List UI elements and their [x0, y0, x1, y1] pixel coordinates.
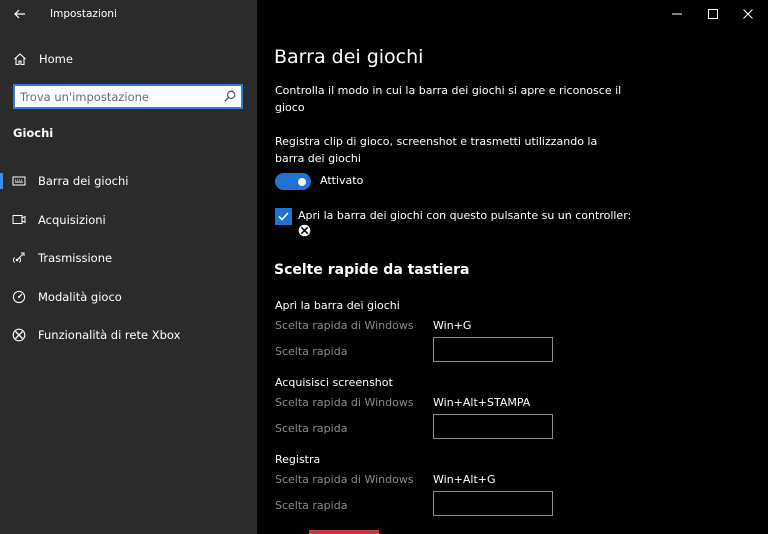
- windows-shortcut-value: Win+Alt+G: [433, 473, 496, 486]
- title-bar: Impostazioni: [0, 0, 257, 28]
- home-nav-item[interactable]: Home: [0, 46, 257, 72]
- windows-shortcut-label: Scelta rapida di Windows: [275, 396, 414, 409]
- game-mode-icon: [12, 290, 26, 303]
- selection-indicator: [0, 173, 3, 189]
- minimize-icon: [672, 13, 682, 15]
- page-title: Barra dei giochi: [274, 46, 424, 68]
- maximize-button[interactable]: [699, 4, 727, 24]
- broadcast-icon: [12, 252, 25, 263]
- custom-shortcut-input[interactable]: [434, 415, 552, 438]
- page-description: Controlla il modo in cui la barra dei gi…: [275, 84, 622, 114]
- nav-item-game-bar[interactable]: Barra dei giochi: [0, 167, 257, 206]
- controller-button-checkbox[interactable]: [275, 208, 292, 225]
- windows-shortcut-value: Win+Alt+STAMPA: [433, 396, 531, 409]
- shortcut-title: Apri la barra dei giochi: [275, 299, 400, 312]
- nav-label: Trasmissione: [38, 251, 113, 265]
- custom-shortcut-label: Scelta rapida: [275, 422, 348, 435]
- record-setting-label: Registra clip di gioco, screenshot e tra…: [275, 135, 598, 165]
- capture-icon: [12, 214, 26, 224]
- home-label: Home: [39, 52, 73, 66]
- custom-shortcut-input[interactable]: [434, 338, 552, 361]
- shortcuts-section-title: Scelte rapide da tastiera: [274, 262, 470, 278]
- category-nav: Barra dei giochi Acquisizioni Trasmissio…: [0, 167, 257, 360]
- game-bar-icon: [12, 176, 26, 186]
- xbox-button-icon: [298, 224, 311, 237]
- nav-item-broadcast[interactable]: Trasmissione: [0, 244, 257, 283]
- checkmark-icon: [278, 212, 289, 221]
- toggle-knob: [298, 177, 306, 186]
- shortcut-title: Registra: [275, 453, 321, 466]
- sidebar: Impostazioni Home Giochi Barra dei gioch…: [0, 0, 257, 534]
- custom-shortcut-input[interactable]: [434, 492, 552, 515]
- custom-shortcut-label: Scelta rapida: [275, 499, 348, 512]
- nav-label: Acquisizioni: [38, 212, 106, 227]
- close-icon: [743, 9, 753, 19]
- search-icon[interactable]: [224, 90, 236, 102]
- toggle-state-label: Attivato: [320, 174, 364, 187]
- windows-shortcut-value: Win+G: [433, 319, 472, 332]
- nav-item-xbox-networking[interactable]: Funzionalità di rete Xbox: [0, 321, 257, 360]
- nav-label: Funzionalità di rete Xbox: [38, 328, 181, 342]
- nav-item-captures[interactable]: Acquisizioni: [0, 206, 257, 245]
- checkbox-label: Apri la barra dei giochi con questo puls…: [298, 209, 632, 222]
- nav-label: Modalità gioco: [38, 289, 122, 304]
- search-input[interactable]: [20, 88, 215, 105]
- windows-shortcut-label: Scelta rapida di Windows: [275, 473, 414, 486]
- back-arrow-icon: [14, 9, 25, 19]
- xbox-icon: [12, 328, 26, 342]
- windows-shortcut-label: Scelta rapida di Windows: [275, 319, 414, 332]
- shortcut-title: Acquisisci screenshot: [275, 376, 393, 389]
- nav-label: Barra dei giochi: [38, 174, 129, 188]
- main-content: Barra dei giochi Controlla il modo in cu…: [257, 0, 768, 534]
- partially-visible-next-item: [309, 530, 379, 534]
- custom-shortcut-field[interactable]: [433, 414, 553, 439]
- nav-item-game-mode[interactable]: Modalità gioco: [0, 283, 257, 322]
- record-toggle-switch[interactable]: [275, 173, 311, 190]
- close-button[interactable]: [734, 4, 762, 24]
- custom-shortcut-label: Scelta rapida: [275, 345, 348, 358]
- home-icon: [14, 53, 26, 66]
- app-title: Impostazioni: [50, 8, 117, 20]
- custom-shortcut-field[interactable]: [433, 491, 553, 516]
- search-box[interactable]: [13, 84, 243, 109]
- section-heading: Giochi: [13, 126, 54, 140]
- minimize-button[interactable]: [663, 4, 691, 24]
- maximize-icon: [708, 9, 718, 19]
- back-button[interactable]: [9, 4, 31, 24]
- custom-shortcut-field[interactable]: [433, 337, 553, 362]
